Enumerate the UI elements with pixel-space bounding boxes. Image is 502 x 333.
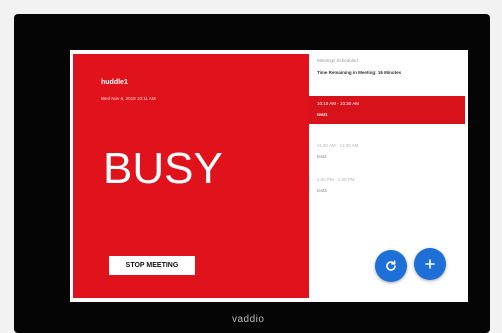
schedule-subtitle: Time Remaining in Meeting: 16 Minutes (317, 70, 402, 75)
schedule-item-title: test1 (317, 112, 328, 117)
schedule-item-title: test3 (317, 188, 327, 193)
panel-screen: huddle1 Wed Nov 6, 2019 10:11 AM BUSY ST… (70, 50, 468, 302)
schedule-panel: Meetings Scheduled Time Remaining in Mee… (309, 50, 468, 302)
schedule-item-active[interactable]: 10:10 AM - 10:30 AM test1 (309, 96, 465, 124)
schedule-header: Meetings Scheduled (317, 58, 358, 63)
brand-logo: vaddio (232, 314, 265, 325)
room-status-text: BUSY (103, 144, 223, 193)
refresh-button[interactable] (375, 250, 407, 282)
room-name: huddle1 (101, 79, 128, 86)
schedule-item[interactable]: 11:00 AM - 11:30 AM test2 (309, 138, 465, 166)
schedule-item-title: test2 (317, 154, 327, 159)
stop-meeting-button[interactable]: STOP MEETING (109, 256, 195, 275)
schedule-item-time: 10:10 AM - 10:30 AM (317, 101, 360, 106)
room-status-panel: huddle1 Wed Nov 6, 2019 10:11 AM BUSY ST… (73, 54, 309, 298)
current-datetime: Wed Nov 6, 2019 10:11 AM (101, 96, 156, 101)
schedule-item-time: 1:00 PM - 1:30 PM (317, 177, 355, 182)
schedule-item[interactable]: 1:00 PM - 1:30 PM test3 (309, 172, 465, 200)
add-meeting-button[interactable] (414, 248, 446, 280)
schedule-item-time: 11:00 AM - 11:30 AM (317, 143, 359, 148)
